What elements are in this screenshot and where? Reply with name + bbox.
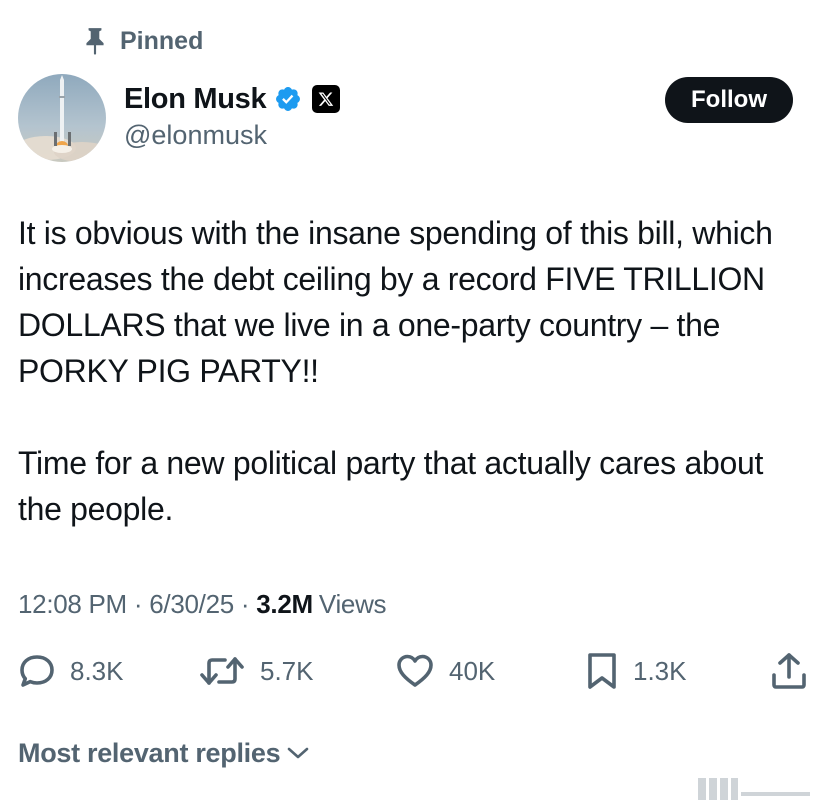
author-name-row: Elon Musk: [124, 80, 341, 118]
tweet-paragraph: It is obvious with the insane spending o…: [18, 215, 773, 389]
follow-button[interactable]: Follow: [665, 77, 793, 123]
replies-sort-toggle[interactable]: Most relevant replies: [18, 735, 310, 771]
verified-badge-icon[interactable]: [274, 85, 302, 113]
tweet-time[interactable]: 12:08 PM: [18, 589, 127, 620]
like-button[interactable]: 40K: [395, 648, 495, 694]
tweet-text: It is obvious with the insane spending o…: [18, 210, 808, 532]
reply-count: 8.3K: [70, 655, 124, 686]
x-logo-icon[interactable]: [312, 85, 341, 113]
author-handle[interactable]: @elonmusk: [124, 120, 340, 151]
repost-icon: [200, 657, 244, 685]
bookmark-count: 1.3K: [633, 655, 687, 686]
author-display-name[interactable]: Elon Musk: [124, 83, 267, 116]
reply-icon: [20, 655, 54, 687]
bookmark-icon: [588, 653, 616, 689]
avatar[interactable]: [18, 74, 106, 162]
pinned-indicator: Pinned: [82, 24, 203, 58]
bookmark-button[interactable]: 1.3K: [585, 648, 687, 694]
tweet-meta: 12:08 PM · 6/30/25 · 3.2M Views: [18, 586, 387, 622]
tweet-paragraph: Time for a new political party that actu…: [18, 445, 764, 527]
pin-icon: [86, 28, 104, 55]
heart-icon: [397, 654, 433, 687]
watermark: [698, 774, 810, 800]
share-icon: [772, 653, 806, 689]
like-count: 40K: [449, 655, 496, 686]
repost-count: 5.7K: [260, 655, 314, 686]
meta-separator: ·: [133, 588, 143, 619]
reply-button[interactable]: 8.3K: [18, 648, 124, 694]
meta-separator: ·: [240, 588, 250, 619]
share-button[interactable]: [770, 648, 808, 694]
views-label: Views: [318, 588, 387, 619]
repost-button[interactable]: 5.7K: [198, 648, 314, 694]
author-info: Elon Musk @elonmusk: [124, 80, 341, 151]
pinned-label: Pinned: [120, 26, 204, 55]
tweet-date[interactable]: 6/30/25: [149, 589, 234, 620]
views-count: 3.2M: [256, 588, 313, 619]
chevron-down-icon: [288, 747, 309, 759]
replies-sort-label: Most relevant replies: [18, 737, 281, 768]
tweet-actions: 8.3K 5.7K 40K 1.3K: [0, 648, 828, 694]
avatar-image: [18, 74, 106, 162]
